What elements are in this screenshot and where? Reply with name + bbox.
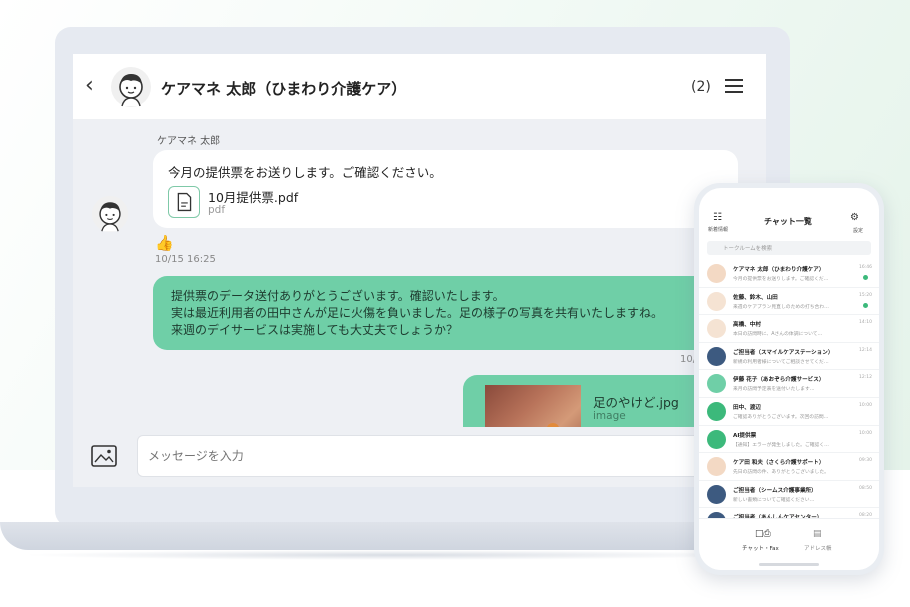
page-title: ケアマネ 太郎（ひまわり介護ケア） bbox=[161, 80, 407, 98]
input-bar bbox=[73, 427, 766, 487]
chat-time: 10:00 bbox=[859, 402, 872, 408]
tab-bar: □⎙ チャット・Fax ▤ アドレス帳 bbox=[699, 518, 879, 570]
hamburger-menu-icon[interactable] bbox=[725, 79, 743, 93]
gear-icon[interactable]: ⚙ bbox=[850, 212, 859, 223]
message-line: 来週のデイサービスは実施しても大丈夫でしょうか？ bbox=[171, 323, 459, 337]
unread-badge bbox=[863, 275, 868, 280]
avatar bbox=[707, 484, 726, 504]
avatar bbox=[111, 67, 151, 107]
phone-screen: ☷ 新着情報 チャット一覧 ⚙ 設定 ⚲ トークルームを検索 ケアマネ 太郎（ひ… bbox=[699, 188, 879, 570]
file-type: pdf bbox=[208, 204, 226, 216]
avatar bbox=[707, 319, 726, 339]
chat-name: ご担当者（スマイルケアステーション） bbox=[733, 349, 834, 356]
chat-time: 15:20 bbox=[859, 292, 872, 298]
chat-time: 12:14 bbox=[859, 347, 872, 353]
list-item[interactable]: ご担当者（シームス介護事業所） 新しい書類についてご確認ください… 08:50 bbox=[699, 481, 879, 509]
page-title: チャット一覧 bbox=[764, 217, 812, 226]
file-type: image bbox=[593, 410, 626, 422]
phone-frame: ☷ 新着情報 チャット一覧 ⚙ 設定 ⚲ トークルームを検索 ケアマネ 太郎（ひ… bbox=[694, 183, 884, 575]
list-item[interactable]: ご担当者（スマイルケアステーション） 新規の利用者様についてご相談させてくだ… 12… bbox=[699, 343, 879, 371]
avatar bbox=[707, 291, 726, 311]
file-name[interactable]: 足のやけど.jpg bbox=[593, 392, 679, 411]
phone-header: ☷ 新着情報 チャット一覧 ⚙ 設定 bbox=[699, 188, 879, 236]
thumbs-up-icon: 👍 bbox=[155, 234, 174, 252]
chat-preview: 先日の訪問の件、ありがとうございました。 bbox=[733, 470, 829, 476]
tab-chat[interactable]: チャット・Fax bbox=[742, 544, 779, 552]
chat-name: 田中、渡辺 bbox=[733, 404, 761, 411]
list-item[interactable]: AI提供票【通知】エラーが発生しました。ご確認く… 10:00 bbox=[699, 426, 879, 454]
chat-name: AI提供票 bbox=[733, 432, 757, 439]
message-input[interactable] bbox=[137, 435, 747, 477]
avatar bbox=[707, 429, 726, 449]
message-line: 実は最近利用者の田中さんが足に火傷を負いました。足の様子の写真を共有いたしますね… bbox=[171, 306, 664, 320]
message-text: 今月の提供票をお送りします。ご確認ください。 bbox=[168, 165, 442, 180]
chat-name: ケアマネ 太郎（ひまわり介護ケア） bbox=[733, 267, 825, 273]
list-item[interactable]: 伊藤 花子（あおぞら介護サービス） 来月の訪問予定表を送付いたします… 12:12 bbox=[699, 370, 879, 398]
chat-time: 10:00 bbox=[859, 430, 872, 436]
chat-name: 伊藤 花子（あおぞら介護サービス） bbox=[733, 377, 825, 384]
incoming-message: 今月の提供票をお送りします。ご確認ください。 10月提供票.pdf pdf bbox=[153, 150, 738, 228]
avatar bbox=[707, 264, 726, 283]
chat-name: 高橋、中村 bbox=[733, 322, 761, 329]
home-indicator bbox=[759, 563, 819, 566]
laptop-shadow bbox=[20, 550, 760, 560]
chat-time: 12:12 bbox=[859, 375, 872, 381]
member-count[interactable]: (2) bbox=[691, 79, 711, 95]
search-input[interactable]: トークルームを検索 bbox=[707, 241, 871, 255]
chat-icon[interactable]: □⎙ bbox=[755, 529, 771, 539]
chat-preview: 本日の訪問時に、Aさんの体調について… bbox=[733, 332, 823, 338]
chat-time: 08:50 bbox=[859, 485, 872, 491]
outgoing-message: 提供票のデータ送付ありがとうございます。確認いたします。 実は最近利用者の田中さ… bbox=[153, 276, 738, 350]
address-book-icon[interactable]: ▤ bbox=[813, 529, 822, 539]
chat-list: ケアマネ 太郎（ひまわり介護ケア） 今月の提供票をお送りします。ご確認くだ… 16:… bbox=[699, 260, 879, 536]
chat-name: ご担当者（シームス介護事業所） bbox=[733, 487, 817, 494]
tab-address-book[interactable]: アドレス帳 bbox=[804, 544, 832, 552]
avatar bbox=[707, 374, 726, 394]
avatar bbox=[707, 346, 726, 366]
chevron-left-icon[interactable]: ‹ bbox=[85, 73, 94, 98]
chat-preview: 来週のケアプラン見直しのための打ち合わ… bbox=[733, 304, 829, 310]
unread-badge bbox=[863, 302, 868, 308]
chat-preview: ご確認ありがとうございます。次回の訪問… bbox=[733, 414, 829, 420]
list-item[interactable]: 高橋、中村本日の訪問時に、Aさんの体調について… 14:10 bbox=[699, 315, 879, 343]
list-item[interactable]: 佐藤、鈴木、山田来週のケアプラン見直しのための打ち合わ… 15:20 bbox=[699, 288, 879, 316]
avatar bbox=[91, 195, 129, 233]
image-icon[interactable] bbox=[91, 445, 117, 467]
list-item[interactable]: ケア田 和夫（さくら介護サポート） 先日の訪問の件、ありがとうございました。 09:… bbox=[699, 453, 879, 481]
image-thumbnail[interactable] bbox=[485, 385, 581, 427]
chat-name: ケア田 和夫（さくら介護サポート） bbox=[733, 460, 825, 467]
chat-preview: 新しい書類についてご確認ください… bbox=[733, 497, 815, 503]
file-icon[interactable] bbox=[168, 186, 200, 218]
chat-time: 09:30 bbox=[859, 458, 872, 464]
chat-name: 佐藤、鈴木、山田 bbox=[733, 294, 778, 301]
chat-preview: 来月の訪問予定表を送付いたします… bbox=[733, 387, 815, 393]
laptop-base bbox=[0, 522, 780, 550]
chat-header: ‹ ケアマネ 太郎（ひまわり介護ケア） (2) bbox=[73, 54, 766, 120]
laptop-screen: ‹ ケアマネ 太郎（ひまわり介護ケア） (2) ケアマネ 太郎 今月の提供票をお… bbox=[73, 54, 766, 487]
message-text: 提供票のデータ送付ありがとうございます。確認いたします。 実は最近利用者の田中さ… bbox=[171, 288, 663, 339]
list-item[interactable]: ケアマネ 太郎（ひまわり介護ケア） 今月の提供票をお送りします。ご確認くだ… 16:… bbox=[699, 260, 879, 288]
settings-label[interactable]: 設定 bbox=[853, 227, 863, 234]
avatar bbox=[707, 457, 726, 477]
chat-preview: 新規の利用者様についてご相談させてくだ… bbox=[733, 359, 829, 365]
chat-preview: 【通知】エラーが発生しました。ご確認く… bbox=[733, 442, 829, 448]
list-item[interactable]: 田中、渡辺ご確認ありがとうございます。次回の訪問… 10:00 bbox=[699, 398, 879, 426]
chat-area: ケアマネ 太郎 今月の提供票をお送りします。ご確認ください。 10月提供票.pd… bbox=[73, 120, 766, 427]
sender-name: ケアマネ 太郎 bbox=[157, 136, 221, 147]
avatar bbox=[707, 401, 726, 421]
message-time: 10/15 16:25 bbox=[155, 254, 216, 265]
message-line: 提供票のデータ送付ありがとうございます。確認いたします。 bbox=[171, 289, 505, 303]
news-label[interactable]: 新着情報 bbox=[708, 226, 728, 233]
chat-preview: 今月の提供票をお送りします。ご確認くだ… bbox=[733, 277, 829, 282]
chat-time: 16:46 bbox=[859, 265, 872, 270]
bell-icon[interactable]: ☷ bbox=[713, 212, 722, 223]
chat-time: 14:10 bbox=[859, 320, 872, 326]
